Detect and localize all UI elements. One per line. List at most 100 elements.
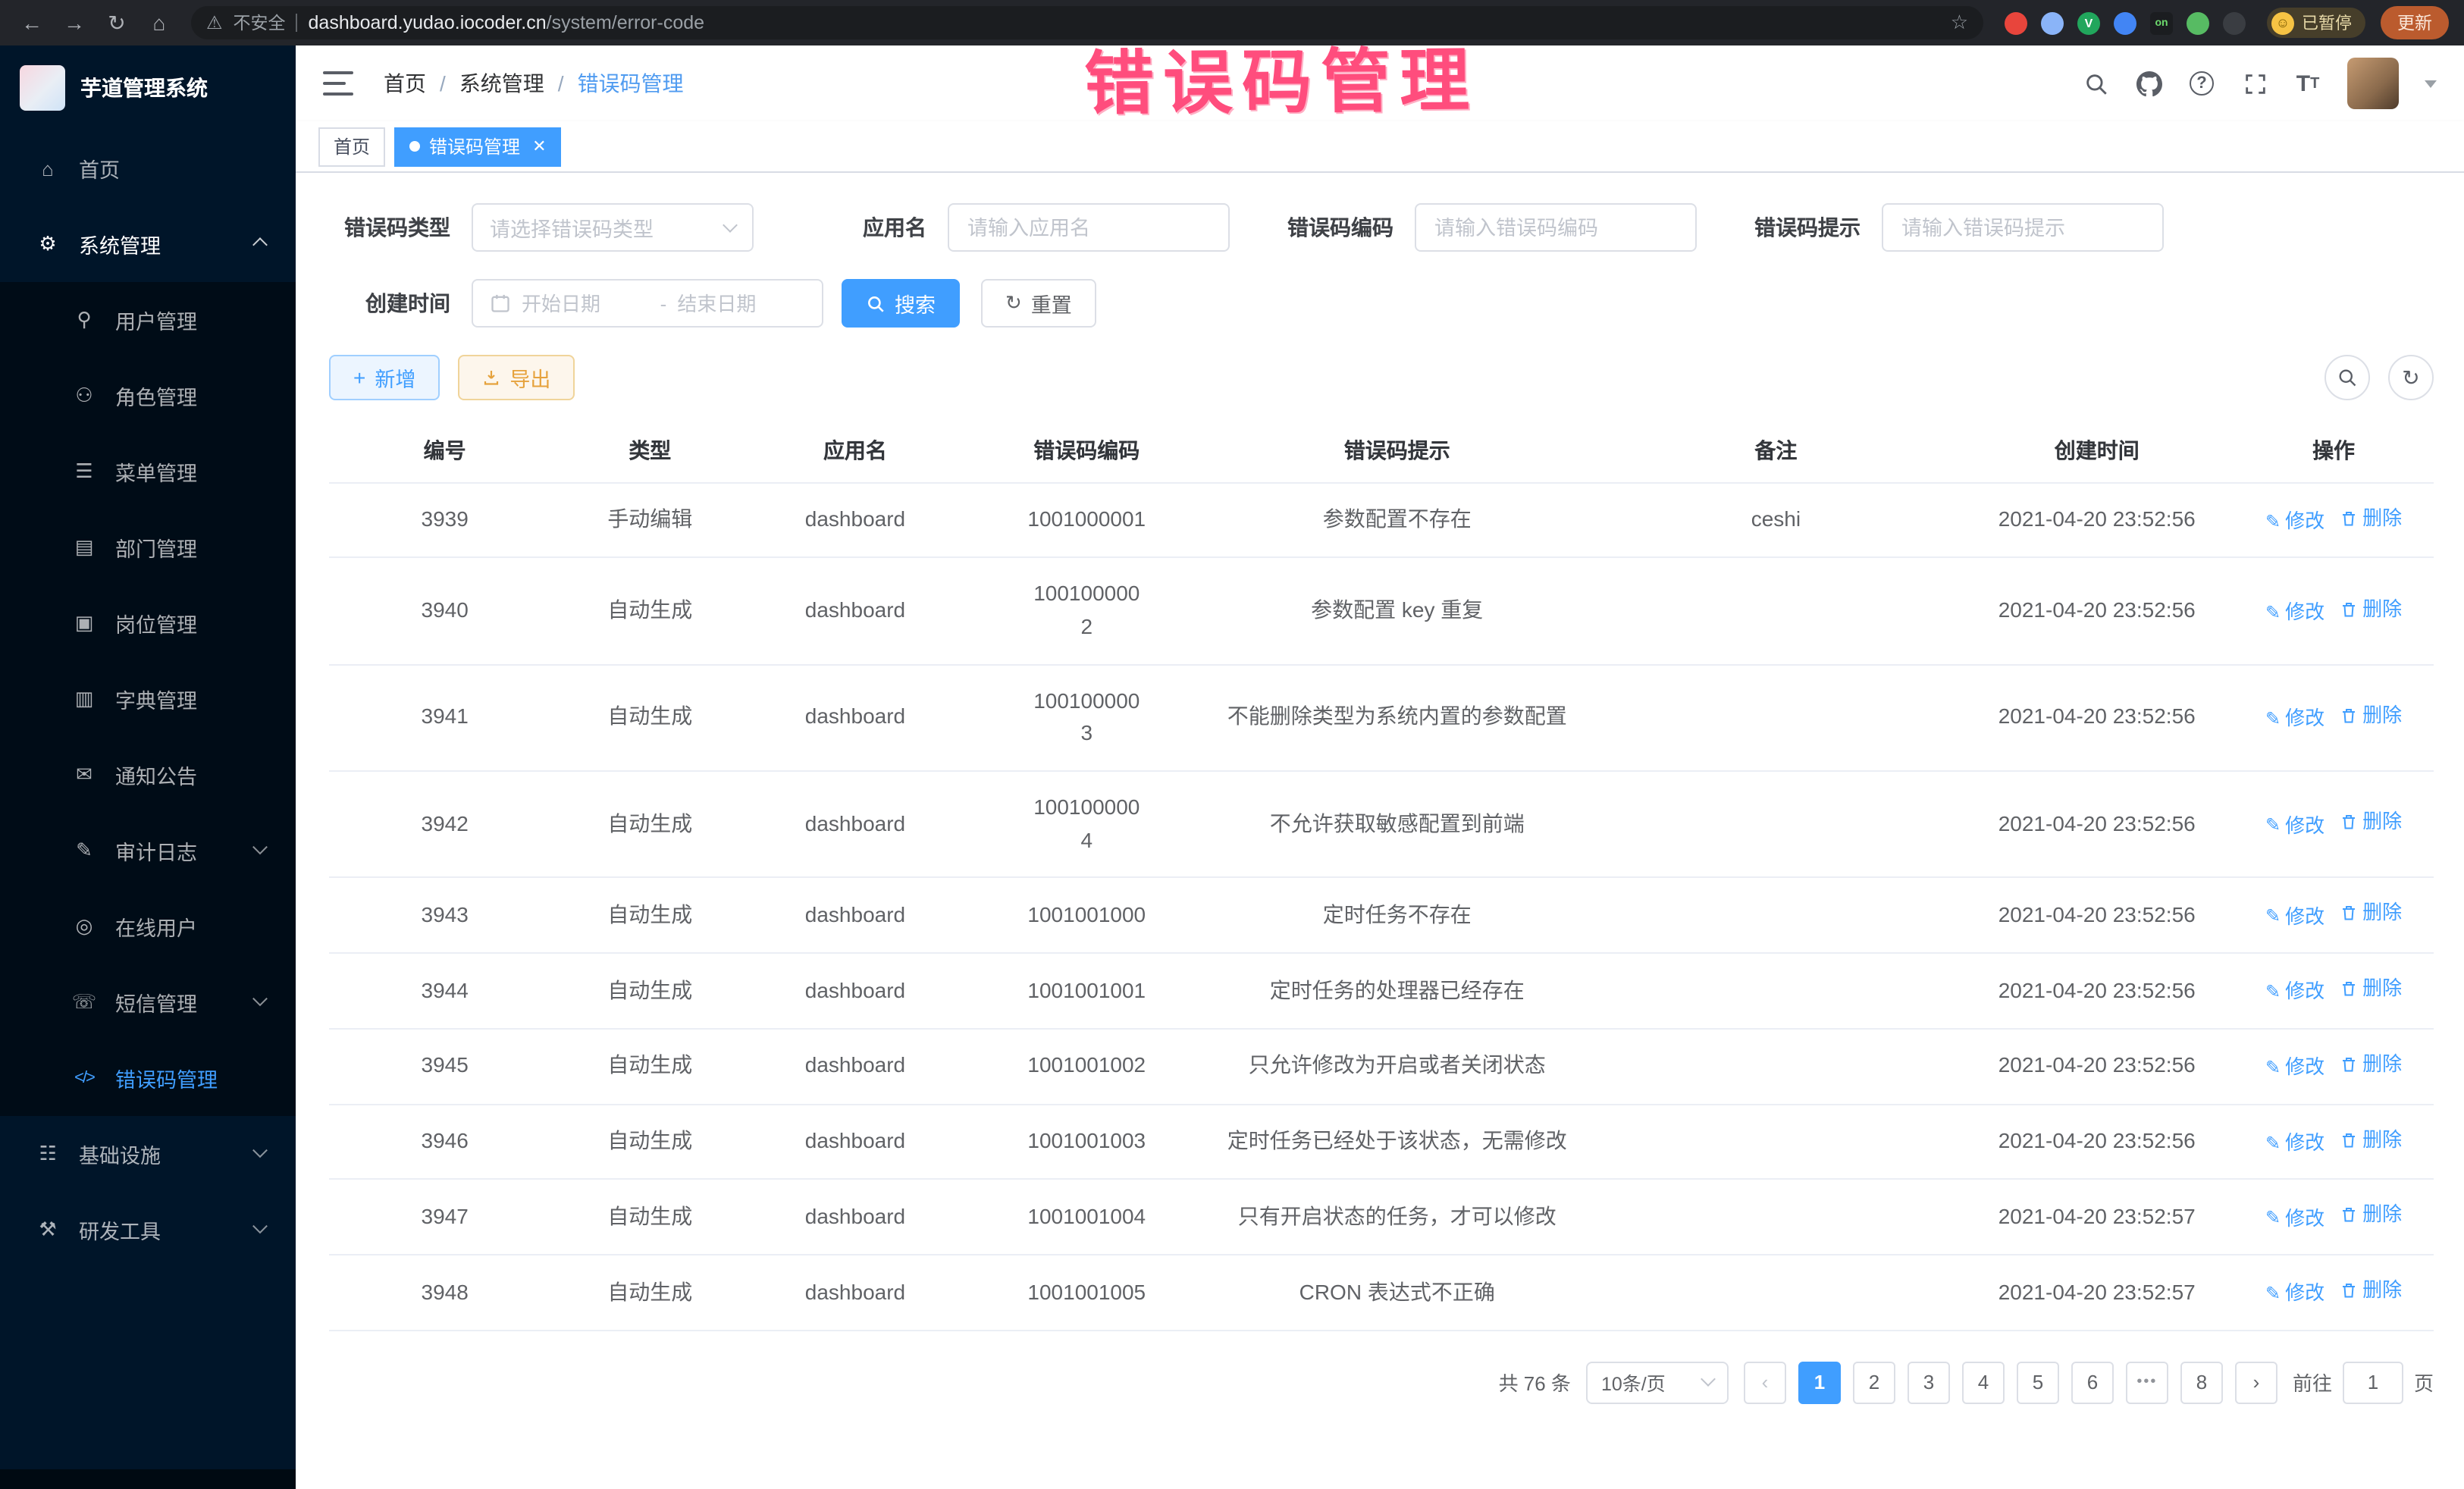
browser-home-icon[interactable]: ⌂ (143, 11, 176, 35)
error-type-select[interactable]: 请选择错误码类型 (472, 203, 754, 252)
edit-link[interactable]: ✎修改 (2265, 506, 2324, 537)
edit-link-label: 修改 (2285, 810, 2324, 841)
extension-red-dot[interactable] (2005, 11, 2027, 34)
search-button[interactable]: 搜索 (842, 279, 960, 328)
address-separator (296, 14, 298, 32)
fullscreen-icon[interactable] (2241, 70, 2268, 97)
end-date-input[interactable] (677, 292, 805, 315)
pager-page-3[interactable]: 3 (1908, 1362, 1950, 1404)
sidebar-item-menu-management[interactable]: ☰菜单管理 (0, 434, 296, 509)
edit-link[interactable]: ✎修改 (2265, 1279, 2324, 1309)
edit-link[interactable]: ✎修改 (2265, 977, 2324, 1008)
delete-link[interactable]: 删除 (2340, 1200, 2402, 1230)
start-date-input[interactable] (522, 292, 650, 315)
delete-link[interactable]: 删除 (2340, 1049, 2402, 1080)
breadcrumb-home[interactable]: 首页 (384, 68, 426, 99)
extension-on-badge[interactable]: on (2150, 11, 2173, 34)
pager-page-2[interactable]: 2 (1853, 1362, 1895, 1404)
extension-green-v[interactable]: V (2077, 11, 2100, 34)
delete-link[interactable]: 删除 (2340, 807, 2402, 838)
app-logo[interactable]: 芋道管理系统 (0, 45, 296, 130)
sidebar-item-system-management[interactable]: ⚙系统管理 (0, 206, 296, 282)
address-bar[interactable]: ⚠ 不安全 dashboard.yudao.iocoder.cn/system/… (191, 6, 1983, 39)
delete-link[interactable]: 删除 (2340, 701, 2402, 731)
breadcrumb-system[interactable]: 系统管理 (459, 68, 544, 99)
reset-button[interactable]: ↻ 重置 (981, 279, 1096, 328)
sidebar-collapse-bar[interactable] (0, 1469, 296, 1489)
edit-link[interactable]: ✎修改 (2265, 597, 2324, 628)
user-avatar[interactable] (2347, 58, 2399, 109)
date-range-picker[interactable]: - (472, 279, 823, 328)
pager-page-4[interactable]: 4 (1962, 1362, 2005, 1404)
browser-back-icon[interactable]: ← (15, 11, 49, 35)
export-button[interactable]: 导出 (458, 355, 575, 400)
sidebar-item-role-management[interactable]: ⚇角色管理 (0, 358, 296, 434)
sidebar-item-online-users[interactable]: ◎在线用户 (0, 889, 296, 964)
delete-link[interactable]: 删除 (2340, 898, 2402, 929)
help-icon[interactable]: ? (2188, 70, 2215, 97)
edit-link[interactable]: ✎修改 (2265, 901, 2324, 932)
avatar-dropdown-caret-icon[interactable] (2425, 80, 2437, 87)
browser-refresh-icon[interactable]: ↻ (100, 10, 133, 36)
sidebar-item-error-code-management[interactable]: </>错误码管理 (0, 1040, 296, 1116)
edit-link[interactable]: ✎修改 (2265, 1052, 2324, 1083)
cell-id: 3948 (329, 1255, 560, 1331)
sidebar-item-home[interactable]: ⌂首页 (0, 130, 296, 206)
page-size-select[interactable]: 10条/页 (1586, 1362, 1729, 1404)
goto-page-input[interactable] (2343, 1362, 2403, 1404)
extension-lightblue-dot[interactable] (2041, 11, 2064, 34)
search-icon[interactable] (2082, 70, 2109, 97)
edit-icon: ✎ (2265, 1280, 2281, 1308)
extension-dark-pin[interactable] (2223, 11, 2246, 34)
cell-id: 3939 (329, 482, 560, 558)
pager-page-6[interactable]: 6 (2071, 1362, 2114, 1404)
delete-link[interactable]: 删除 (2340, 503, 2402, 533)
profile-chip[interactable]: ☺ 已暂停 (2267, 8, 2365, 38)
sidebar-item-dept-management[interactable]: ▤部门管理 (0, 509, 296, 585)
pager-next-button[interactable]: › (2235, 1362, 2277, 1404)
add-button[interactable]: + 新增 (329, 355, 440, 400)
tab-close-icon[interactable]: ✕ (532, 136, 546, 156)
font-size-icon[interactable]: TT (2294, 70, 2321, 97)
tab-home[interactable]: 首页 (318, 127, 385, 166)
pager-page-1[interactable]: 1 (1798, 1362, 1841, 1404)
sidebar-item-dict-management[interactable]: ▥字典管理 (0, 661, 296, 737)
bookmark-star-icon[interactable]: ☆ (1951, 11, 1968, 35)
refresh-icon: ↻ (2402, 365, 2419, 390)
sidebar-item-infrastructure[interactable]: ☷基础设施 (0, 1116, 296, 1192)
pager-page-8[interactable]: 8 (2180, 1362, 2223, 1404)
home-icon: ⌂ (33, 157, 62, 180)
sidebar-item-post-management[interactable]: ▣岗位管理 (0, 585, 296, 661)
extension-blue-grid[interactable] (2114, 11, 2136, 34)
edit-link[interactable]: ✎修改 (2265, 810, 2324, 841)
toggle-search-button[interactable] (2324, 355, 2370, 400)
pager-prev-button[interactable]: ‹ (1744, 1362, 1786, 1404)
delete-link[interactable]: 删除 (2340, 1124, 2402, 1155)
cell-code: 1001001001 (971, 953, 1202, 1029)
browser-update-button[interactable]: 更新 (2381, 6, 2449, 39)
tab-error-code[interactable]: 错误码管理 ✕ (394, 127, 561, 166)
delete-link[interactable]: 删除 (2340, 1275, 2402, 1306)
edit-link[interactable]: ✎修改 (2265, 1203, 2324, 1234)
sidebar-item-dev-tools[interactable]: ⚒研发工具 (0, 1192, 296, 1268)
cell-message: 参数配置 key 重复 (1202, 558, 1592, 665)
pager-page-5[interactable]: 5 (2017, 1362, 2059, 1404)
extension-green-paw[interactable] (2187, 11, 2209, 34)
sidebar-toggle-icon[interactable] (323, 71, 353, 96)
sidebar-item-audit-log[interactable]: ✎审计日志 (0, 813, 296, 889)
error-code-input[interactable] (1415, 203, 1697, 252)
sidebar-item-user-management[interactable]: ⚲用户管理 (0, 282, 296, 358)
edit-icon: ✎ (2265, 705, 2281, 733)
edit-link[interactable]: ✎修改 (2265, 1128, 2324, 1158)
sidebar-item-notice-announcement[interactable]: ✉通知公告 (0, 737, 296, 813)
error-hint-input[interactable] (1882, 203, 2164, 252)
delete-link[interactable]: 删除 (2340, 973, 2402, 1004)
sidebar-item-sms-management[interactable]: ☏短信管理 (0, 964, 296, 1040)
github-icon[interactable] (2135, 70, 2162, 97)
delete-link[interactable]: 删除 (2340, 594, 2402, 624)
pager-more-button[interactable]: ••• (2126, 1362, 2168, 1404)
edit-link[interactable]: ✎修改 (2265, 704, 2324, 734)
refresh-table-button[interactable]: ↻ (2388, 355, 2434, 400)
app-name-input[interactable] (948, 203, 1230, 252)
browser-forward-icon[interactable]: → (58, 11, 91, 35)
